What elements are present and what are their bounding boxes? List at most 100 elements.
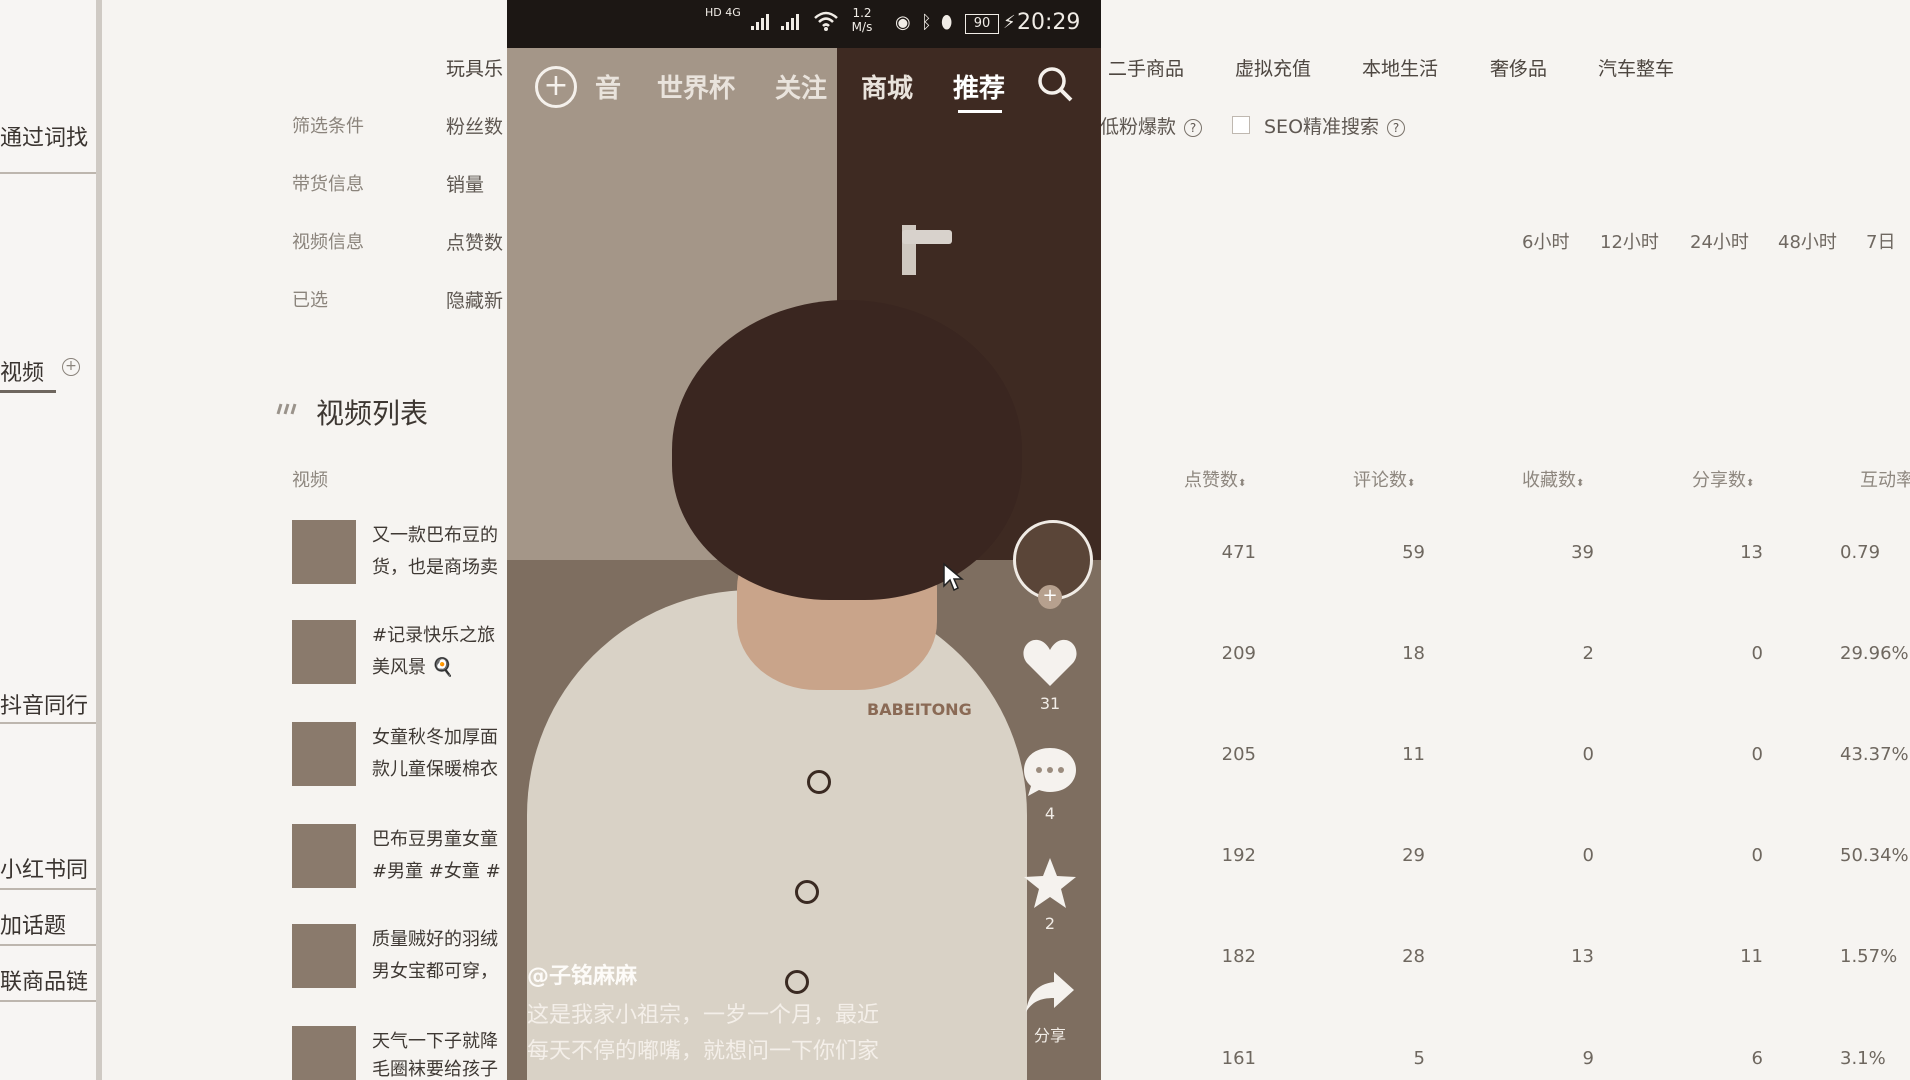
sidebar-divider (0, 888, 96, 890)
nav-tab-recommend[interactable]: 推荐 (953, 68, 1005, 105)
sort-icon[interactable]: ⬍ (1746, 478, 1754, 489)
column-header-likes[interactable]: 点赞数⬍ (1184, 466, 1246, 492)
network-indicator: HD 4G (705, 6, 741, 19)
engagement-value: 1.57% (1840, 946, 1898, 967)
category-local-life[interactable]: 本地生活 (1362, 54, 1438, 81)
mouse-cursor-icon (943, 562, 964, 592)
filter-fans[interactable]: 粉丝数 (446, 112, 503, 139)
category-second-hand[interactable]: 二手商品 (1108, 54, 1184, 81)
nav-tab-world-cup[interactable]: 世界杯 (657, 68, 735, 105)
favorites-value: 13 (1571, 946, 1594, 967)
time-option-48h[interactable]: 48小时 (1778, 228, 1837, 254)
column-header-engagement[interactable]: 互动率 (1860, 466, 1910, 492)
column-header-video: 视频 (292, 470, 328, 491)
engagement-value: 50.34% (1840, 845, 1909, 866)
category-virtual-recharge[interactable]: 虚拟充值 (1235, 54, 1311, 81)
nav-tab-mall[interactable]: 商城 (861, 68, 913, 105)
sort-icon[interactable]: ⬍ (1407, 478, 1415, 489)
net-speed-unit: M/s (851, 20, 873, 34)
likes-value: 209 (1221, 643, 1256, 664)
baby-hair (672, 300, 1022, 600)
engagement-value: 43.37% (1840, 744, 1909, 765)
filter-likes[interactable]: 点赞数 (446, 228, 503, 255)
comments-count: 4 (1044, 804, 1056, 823)
time-option-12h[interactable]: 12小时 (1600, 228, 1659, 254)
caption-line1: 这是我家小祖宗，一岁一个月，最近 (527, 1003, 880, 1028)
section-title: 视频列表 (316, 397, 429, 430)
seo-search-filter[interactable]: SEO精准搜索? (1264, 112, 1406, 139)
clock-time: 20:29 (1017, 10, 1081, 35)
author-handle[interactable]: @子铭麻麻 (527, 958, 637, 990)
column-header-shares[interactable]: 分享数⬍ (1692, 466, 1754, 492)
comment-icon[interactable] (1020, 744, 1080, 800)
filter-hide-new[interactable]: 隐藏新 (446, 286, 503, 313)
sidebar-item-word-search[interactable]: 通过词找 (0, 120, 88, 152)
column-header-favorites[interactable]: 收藏数⬍ (1522, 466, 1584, 492)
video-tab-underline (0, 390, 56, 393)
shares-value: 0 (1751, 845, 1763, 866)
low-fan-hits-filter[interactable]: 低粉爆款? (1100, 112, 1203, 139)
follow-plus-icon[interactable]: + (1038, 585, 1062, 609)
engagement-value: 3.1% (1840, 1048, 1886, 1069)
column-header-comments[interactable]: 评论数⬍ (1353, 466, 1415, 492)
category-toys[interactable]: 玩具乐 (446, 54, 503, 81)
seo-checkbox[interactable] (1232, 116, 1250, 134)
shares-header-label: 分享数 (1692, 470, 1746, 491)
sidebar-item-link-product[interactable]: 联商品链 (0, 964, 88, 996)
share-label[interactable]: 分享 (1020, 1022, 1080, 1046)
help-icon[interactable]: ? (1184, 118, 1203, 137)
shares-value: 0 (1751, 643, 1763, 664)
filter-label-video-info: 视频信息 (292, 232, 364, 253)
shares-value: 11 (1740, 946, 1763, 967)
shares-value: 0 (1751, 744, 1763, 765)
video-thumbnail[interactable] (292, 620, 356, 684)
heart-icon[interactable] (1020, 636, 1080, 690)
search-icon[interactable] (1035, 64, 1075, 104)
comments-header-label: 评论数 (1353, 470, 1407, 491)
bluetooth-icon: ᛒ (921, 12, 932, 33)
nav-tab-partial[interactable]: 音 (595, 68, 621, 105)
likes-header-label: 点赞数 (1184, 470, 1238, 491)
video-thumbnail[interactable] (292, 1026, 356, 1080)
charging-icon: ⚡ (1003, 12, 1016, 33)
section-mark-icon (276, 403, 297, 415)
favorites-value: 39 (1571, 542, 1594, 563)
help-icon[interactable]: ? (1387, 118, 1406, 137)
add-icon[interactable]: + (535, 66, 577, 108)
left-sidebar: 通过词找 视频 抖音同行 小红书同 加话题 联商品链 (0, 0, 102, 1080)
sidebar-item-add-topic[interactable]: 加话题 (0, 908, 66, 940)
favorites-value: 0 (1582, 744, 1594, 765)
video-thumbnail[interactable] (292, 824, 356, 888)
time-option-24h[interactable]: 24小时 (1690, 228, 1749, 254)
add-icon[interactable]: + (62, 358, 80, 376)
video-thumbnail[interactable] (292, 520, 356, 584)
filter-sales[interactable]: 销量 (446, 170, 484, 197)
share-icon[interactable] (1022, 968, 1078, 1016)
nav-tab-following[interactable]: 关注 (775, 68, 827, 105)
phone-screen-mirror: BABEITONG HD 4G 1.2 M/s ◉ ᛒ ⬮ 90 ⚡ 20:29 … (507, 0, 1101, 1080)
favorites-header-label: 收藏数 (1522, 470, 1576, 491)
sidebar-item-xhs-peer[interactable]: 小红书同 (0, 852, 88, 884)
filter-label-conditions: 筛选条件 (292, 116, 364, 137)
sidebar-divider (0, 944, 96, 946)
sidebar-item-video[interactable]: 视频 (0, 355, 44, 387)
sidebar-item-douyin-peer[interactable]: 抖音同行 (0, 688, 88, 720)
category-vehicles[interactable]: 汽车整车 (1598, 54, 1674, 81)
time-option-7d[interactable]: 7日 (1866, 228, 1895, 254)
engagement-value: 0.79 (1840, 542, 1881, 563)
favorites-value: 2 (1582, 643, 1594, 664)
category-luxury[interactable]: 奢侈品 (1490, 54, 1547, 81)
star-icon[interactable] (1022, 856, 1078, 912)
active-tab-indicator (958, 110, 1002, 113)
sort-icon[interactable]: ⬍ (1576, 478, 1584, 489)
sort-icon[interactable]: ⬍ (1238, 478, 1246, 489)
time-option-6h[interactable]: 6小时 (1522, 228, 1569, 254)
likes-value: 182 (1221, 946, 1256, 967)
video-thumbnail[interactable] (292, 924, 356, 988)
likes-value: 205 (1221, 744, 1256, 765)
caption-line2: 每天不停的嘟嘴，就想问一下你们家 (527, 1039, 880, 1064)
net-speed: 1.2 M/s (847, 6, 877, 34)
comments-value: 29 (1402, 845, 1425, 866)
shares-value: 13 (1740, 542, 1763, 563)
video-thumbnail[interactable] (292, 722, 356, 786)
